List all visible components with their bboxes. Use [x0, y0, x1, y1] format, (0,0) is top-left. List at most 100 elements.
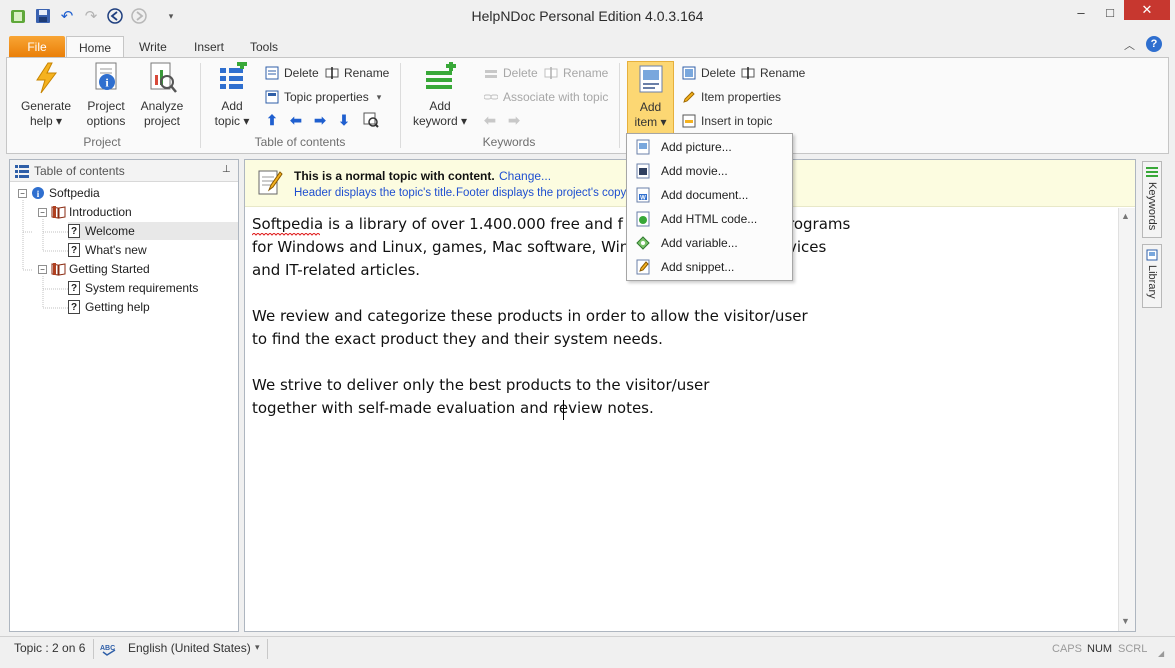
- doc-line-4: We review and categorize these products …: [252, 307, 808, 325]
- tree-node-whats-new[interactable]: ? What's new: [68, 241, 147, 259]
- tree-node-getting-started[interactable]: − Getting Started: [38, 260, 150, 278]
- delete-icon: [264, 65, 280, 81]
- add-keyword-label-2: keyword ▾: [412, 114, 468, 128]
- toc-delete-button[interactable]: Delete: [264, 63, 319, 83]
- menu-add-variable[interactable]: Add variable...: [628, 231, 791, 255]
- menu-add-snippet[interactable]: Add snippet...: [628, 255, 791, 279]
- book-icon: [51, 206, 66, 219]
- rename-icon: [543, 65, 559, 81]
- scroll-down-icon[interactable]: ▼: [1121, 616, 1130, 626]
- vertical-scrollbar[interactable]: ▲ ▼: [1118, 208, 1135, 631]
- collapse-ribbon-icon[interactable]: ︿: [1124, 37, 1135, 53]
- language-dropdown-icon[interactable]: ▾: [255, 642, 260, 653]
- pencil-icon: [681, 89, 697, 105]
- toc-rename-button[interactable]: Rename: [324, 63, 389, 83]
- tab-home[interactable]: Home: [66, 36, 124, 58]
- spellcheck-icon: ABC: [100, 642, 118, 656]
- caps-indicator: CAPS: [1052, 643, 1082, 655]
- analyze-project-button[interactable]: Analyze project: [134, 61, 190, 135]
- change-link[interactable]: Change...: [499, 169, 551, 183]
- resize-grip-icon[interactable]: ◢: [1158, 649, 1164, 658]
- topic-properties-icon: [264, 89, 280, 105]
- add-keyword-button[interactable]: Add keyword ▾: [407, 61, 473, 135]
- close-button[interactable]: ✕: [1124, 0, 1170, 20]
- topic-properties-button[interactable]: Topic properties ▾: [264, 87, 381, 107]
- menu-add-picture[interactable]: Add picture...: [628, 135, 791, 159]
- link-icon: [483, 89, 499, 105]
- project-info-icon: i: [32, 187, 44, 199]
- add-topic-icon: [215, 61, 249, 95]
- menu-label: Add document...: [661, 188, 749, 202]
- topic-search-icon[interactable]: [362, 111, 380, 129]
- group-separator: [400, 63, 401, 148]
- insert-in-topic-button[interactable]: Insert in topic: [681, 111, 772, 131]
- associate-topic-button[interactable]: Associate with topic: [483, 87, 608, 107]
- add-topic-button[interactable]: Add topic ▾: [207, 61, 257, 135]
- keyword-right-icon[interactable]: ➡: [505, 111, 523, 129]
- collapse-icon[interactable]: −: [38, 207, 47, 217]
- move-left-icon[interactable]: ⬅: [287, 111, 305, 129]
- add-item-menu: Add picture... Add movie... W Add docume…: [626, 133, 793, 281]
- move-right-icon[interactable]: ➡: [311, 111, 329, 129]
- item-properties-button[interactable]: Item properties: [681, 87, 781, 107]
- library-rename-button[interactable]: Rename: [740, 63, 805, 83]
- book-icon: [51, 263, 66, 276]
- document-icon: W: [635, 187, 651, 203]
- footer-info-link[interactable]: Footer displays the project's copyrig: [456, 187, 639, 199]
- collapse-icon[interactable]: −: [38, 264, 47, 274]
- scroll-up-icon[interactable]: ▲: [1121, 211, 1130, 221]
- move-up-icon[interactable]: ⬆: [263, 111, 281, 129]
- language-selector[interactable]: English (United States): [128, 641, 251, 655]
- spellcheck-underline: [252, 233, 320, 236]
- tab-file[interactable]: File: [9, 36, 65, 58]
- menu-add-html-code[interactable]: Add HTML code...: [628, 207, 791, 231]
- maximize-button[interactable]: □: [1096, 0, 1124, 24]
- header-info-link[interactable]: Header displays the topic's title.: [294, 187, 455, 199]
- keyword-rename-button[interactable]: Rename: [543, 63, 608, 83]
- doc-line-6: We strive to deliver only the best produ…: [252, 376, 710, 394]
- analyze-icon: [145, 61, 179, 95]
- minimize-button[interactable]: –: [1067, 0, 1095, 24]
- tab-tools[interactable]: Tools: [242, 36, 286, 58]
- add-item-icon: [634, 62, 668, 96]
- add-item-button[interactable]: Add item ▾: [627, 61, 674, 135]
- tab-write[interactable]: Write: [131, 36, 175, 58]
- ribbon: Generate help ▾ i Project options Analyz…: [6, 57, 1169, 154]
- delete-icon: [483, 65, 499, 81]
- doc-line-1: Softpedia is a library of over 1.400.000…: [252, 215, 623, 233]
- add-topic-label-2: topic ▾: [214, 114, 250, 128]
- svg-text:W: W: [640, 196, 646, 202]
- pin-icon[interactable]: ⊥: [222, 164, 231, 175]
- collapse-icon[interactable]: −: [18, 188, 27, 198]
- project-options-label-2: options: [86, 114, 126, 128]
- tree-node-label: Introduction: [69, 205, 132, 219]
- tree-node-system-requirements[interactable]: ? System requirements: [68, 279, 198, 297]
- keyword-left-icon[interactable]: ⬅: [481, 111, 499, 129]
- toc-rename-label: Rename: [344, 66, 390, 80]
- tree-node-introduction[interactable]: − Introduction: [38, 203, 132, 221]
- help-icon[interactable]: ?: [1146, 36, 1162, 52]
- menu-add-movie[interactable]: Add movie...: [628, 159, 791, 183]
- tree-node-getting-help[interactable]: ? Getting help: [68, 298, 150, 316]
- topic-icon: ?: [68, 243, 80, 257]
- tree-node-softpedia[interactable]: − i Softpedia: [18, 184, 100, 202]
- keyword-delete-button[interactable]: Delete: [483, 63, 538, 83]
- keywords-side-tab[interactable]: Keywords: [1142, 161, 1162, 238]
- keywords-tab-label: Keywords: [1146, 182, 1158, 231]
- tab-insert[interactable]: Insert: [186, 36, 232, 58]
- project-options-button[interactable]: i Project options: [78, 61, 134, 135]
- topic-position: Topic : 2 on 6: [14, 641, 86, 655]
- library-side-tab[interactable]: Library: [1142, 244, 1162, 308]
- topic-icon: ?: [68, 300, 80, 314]
- picture-icon: [635, 139, 651, 155]
- notepad-icon: [257, 168, 283, 196]
- library-delete-button[interactable]: Delete: [681, 63, 736, 83]
- generate-help-button[interactable]: Generate help ▾: [17, 61, 75, 135]
- move-down-icon[interactable]: ⬇: [335, 111, 353, 129]
- tree-node-welcome[interactable]: ? Welcome: [68, 222, 238, 240]
- tree-node-label: System requirements: [85, 281, 199, 295]
- menu-add-document[interactable]: W Add document...: [628, 183, 791, 207]
- menu-label: Add variable...: [661, 236, 738, 250]
- rename-icon: [740, 65, 756, 81]
- project-options-label-1: Project: [87, 99, 125, 113]
